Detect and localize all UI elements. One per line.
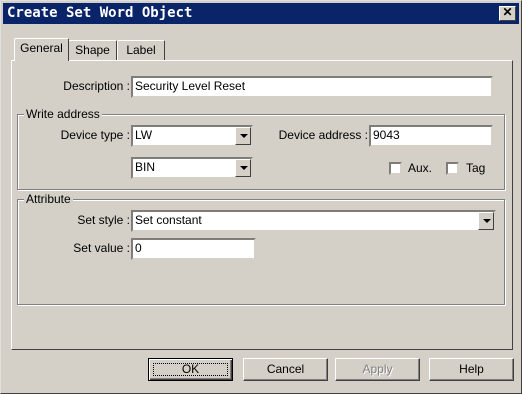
write-address-legend: Write address [24, 107, 102, 121]
dialog-window: Create Set Word Object ✕ General Shape L… [0, 0, 522, 394]
help-button[interactable]: Help [429, 358, 514, 381]
tag-label: Tag [466, 161, 486, 175]
close-button[interactable]: ✕ [499, 5, 516, 21]
tab-shape[interactable]: Shape [68, 40, 117, 61]
set-value-value: 0 [135, 241, 142, 255]
device-type-dropdown-button[interactable] [235, 127, 251, 145]
tag-checkbox[interactable] [446, 162, 459, 175]
format-select[interactable]: BIN [131, 157, 253, 179]
device-type-value: LW [135, 128, 153, 142]
tab-general-label: General [20, 41, 63, 55]
set-value-label: Set value : [73, 241, 130, 255]
tab-shape-label: Shape [75, 43, 110, 57]
focus-rect [153, 363, 228, 376]
attribute-legend: Attribute [24, 192, 73, 206]
tab-panel-general: Description : Security Level Reset Write… [11, 60, 513, 350]
cancel-button-label: Cancel [266, 362, 305, 376]
device-type-select[interactable]: LW [131, 125, 253, 147]
ok-button[interactable]: OK [148, 358, 233, 381]
cancel-button[interactable]: Cancel [243, 358, 328, 381]
tab-label-label: Label [126, 43, 156, 57]
set-style-value: Set constant [135, 213, 202, 227]
aux-label: Aux. [408, 161, 433, 175]
title-bar[interactable]: Create Set Word Object ✕ [3, 3, 519, 24]
tab-general[interactable]: General [14, 38, 69, 61]
device-type-label: Device type : [60, 128, 130, 142]
close-icon: ✕ [502, 5, 513, 19]
description-field[interactable]: Security Level Reset [131, 76, 493, 98]
aux-checkbox[interactable] [389, 162, 402, 175]
set-style-label: Set style : [77, 213, 130, 227]
apply-button[interactable]: Apply [335, 358, 420, 381]
set-value-field[interactable]: 0 [131, 238, 256, 260]
device-address-value: 9043 [373, 128, 400, 142]
description-value: Security Level Reset [135, 79, 246, 93]
window-title: Create Set Word Object [7, 5, 193, 21]
help-button-label: Help [459, 362, 484, 376]
set-style-select[interactable]: Set constant [131, 210, 496, 232]
device-address-field[interactable]: 9043 [369, 125, 493, 147]
description-label: Description : [63, 79, 130, 93]
tab-label[interactable]: Label [117, 40, 165, 61]
apply-button-label: Apply [362, 362, 393, 376]
format-value: BIN [135, 160, 156, 174]
set-style-dropdown-button[interactable] [478, 212, 494, 230]
format-dropdown-button[interactable] [235, 159, 251, 177]
device-address-label: Device address : [278, 128, 368, 142]
